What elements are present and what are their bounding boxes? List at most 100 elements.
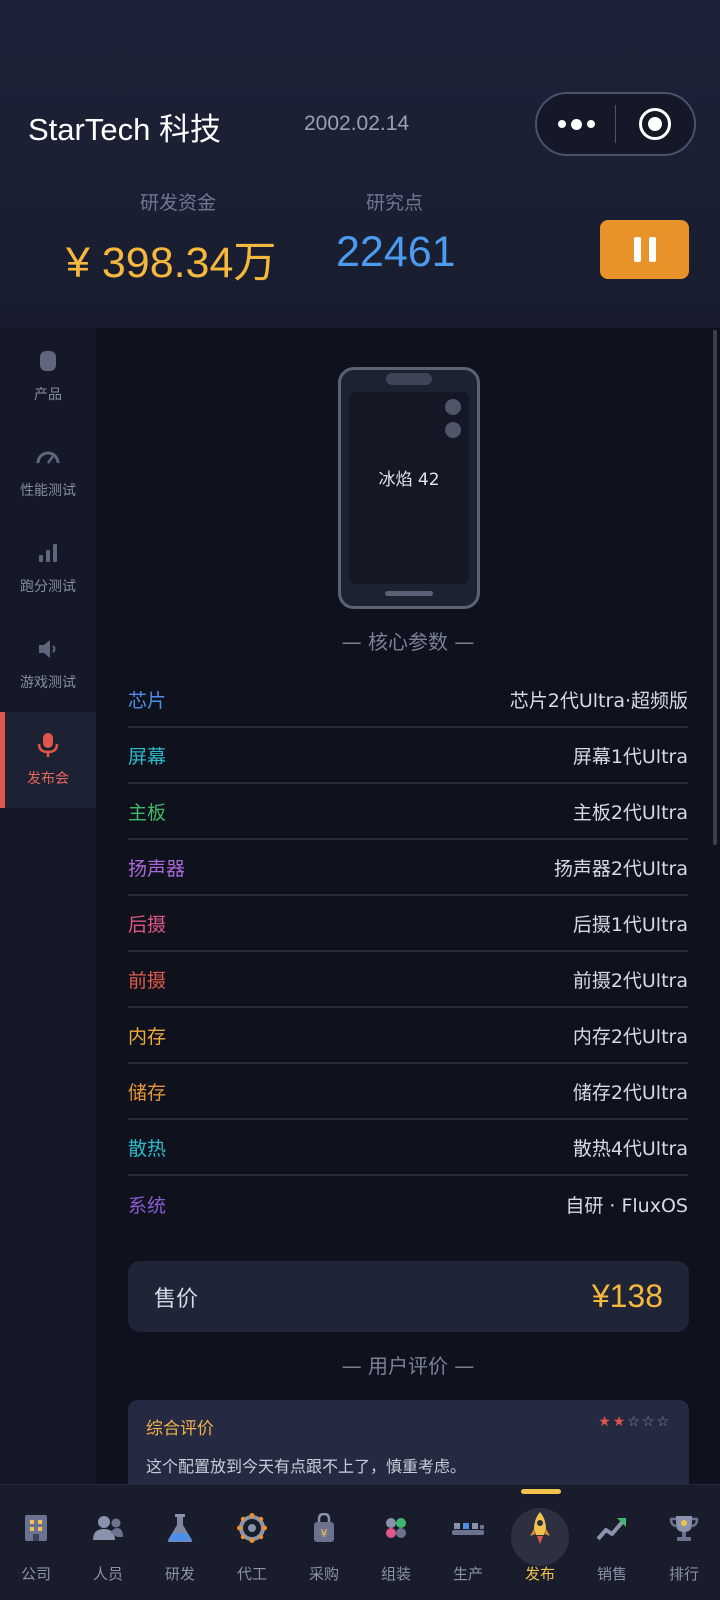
header: StarTech 科技 2002.02.14 研发资金 研究点 ¥ 398.34… [0, 0, 720, 328]
spec-value: 主板2代Ultra [572, 801, 688, 824]
tab-purchase[interactable]: ¥ 采购 [288, 1485, 360, 1600]
price-card: 售价 ¥138 [128, 1261, 689, 1332]
tab-assembly[interactable]: 组装 [360, 1485, 432, 1600]
microphone-icon [35, 732, 61, 758]
user-reviews-title: — 用户评价 — [341, 1354, 475, 1378]
trophy-icon [666, 1510, 702, 1546]
close-miniprogram-button[interactable] [616, 94, 694, 154]
spec-key: 系统 [128, 1194, 167, 1217]
tab-label: 公司 [20, 1565, 51, 1583]
tab-staff[interactable]: 人员 [72, 1485, 144, 1600]
tab-label: 组装 [380, 1565, 411, 1583]
tab-sales[interactable]: 销售 [576, 1485, 648, 1600]
gauge-icon [35, 444, 61, 470]
star-empty-icon: ☆ [656, 1414, 671, 1430]
factory-line-icon [450, 1510, 486, 1546]
camera-icon [445, 399, 461, 415]
spec-row-memory: 内存 内存2代Ultra [128, 1008, 688, 1064]
miniprogram-capsule [535, 92, 696, 156]
spec-value: 屏幕1代Ultra [572, 745, 688, 768]
sidebar-item-label: 性能测试 [20, 483, 76, 499]
spec-value: 前摄2代Ultra [572, 969, 688, 992]
spec-value: 内存2代Ultra [572, 1025, 688, 1048]
spec-key: 屏幕 [128, 745, 167, 768]
spec-key: 散热 [128, 1137, 167, 1160]
spec-row-front-camera: 前摄 前摄2代Ultra [128, 952, 688, 1008]
tab-production[interactable]: 生产 [432, 1485, 504, 1600]
people-icon [90, 1510, 126, 1546]
sidebar-item-label: 跑分测试 [20, 579, 76, 595]
rocket-icon [522, 1510, 558, 1546]
tab-label: 发布 [524, 1565, 555, 1583]
phone-icon [35, 348, 61, 374]
svg-text:¥: ¥ [321, 1527, 328, 1540]
tab-company[interactable]: 公司 [0, 1485, 72, 1600]
bar-chart-icon [35, 540, 61, 566]
spec-list: 芯片 芯片2代Ultra·超频版 屏幕 屏幕1代Ultra 主板 主板2代Ult… [128, 672, 688, 1232]
pause-button[interactable] [600, 220, 689, 279]
tab-label: 销售 [596, 1565, 627, 1583]
phone-preview: 冰焰 42 [338, 367, 480, 609]
tab-launch[interactable]: 发布 [504, 1485, 576, 1600]
sidebar-item-performance-test[interactable]: 性能测试 [0, 424, 96, 520]
spec-value: 后摄1代Ultra [572, 913, 688, 936]
review-title: 综合评价 [146, 1419, 214, 1439]
sidebar-item-product[interactable]: 产品 [0, 328, 96, 424]
spec-value: 散热4代Ultra [572, 1137, 688, 1160]
core-params-title: — 核心参数 — [341, 630, 475, 654]
sidebar-item-label: 游戏测试 [20, 675, 76, 691]
spec-row-mainboard: 主板 主板2代Ultra [128, 784, 688, 840]
tab-label: 排行 [668, 1565, 699, 1583]
phone-notch [386, 373, 432, 385]
building-icon [18, 1510, 54, 1546]
target-icon [638, 108, 671, 140]
tab-label: 代工 [236, 1565, 267, 1583]
game-date: 2002.02.14 [304, 112, 410, 135]
star-empty-icon: ☆ [641, 1414, 657, 1430]
spec-row-storage: 储存 储存2代Ultra [128, 1064, 688, 1120]
price-label: 售价 [154, 1286, 199, 1312]
spec-key: 芯片 [128, 689, 167, 712]
sidebar-item-label: 产品 [34, 387, 62, 403]
more-menu-button[interactable] [537, 94, 615, 154]
pause-icon [633, 237, 641, 262]
research-points-value: 22461 [336, 228, 456, 276]
tab-oem[interactable]: 代工 [216, 1485, 288, 1600]
research-points-label: 研究点 [366, 192, 424, 214]
phone-home-bar [385, 591, 433, 596]
spec-row-screen: 屏幕 屏幕1代Ultra [128, 728, 688, 784]
tab-ranking[interactable]: 排行 [648, 1485, 720, 1600]
review-text: 这个配置放到今天有点跟不上了，慎重考虑。 [146, 1457, 467, 1476]
product-name: 冰焰 42 [378, 470, 440, 490]
sidebar-item-game-test[interactable]: 游戏测试 [0, 616, 96, 712]
sidebar-item-label: 发布会 [27, 771, 69, 787]
spec-row-rear-camera: 后摄 后摄1代Ultra [128, 896, 688, 952]
camera-icon [445, 422, 461, 438]
spec-key: 储存 [128, 1081, 167, 1104]
star-filled-icon: ★ [598, 1414, 613, 1430]
sidebar-item-launch-event[interactable]: 发布会 [0, 712, 96, 808]
spec-value: 自研 · FluxOS [565, 1194, 688, 1217]
scrollbar[interactable] [713, 330, 717, 845]
price-value: ¥138 [591, 1278, 663, 1314]
tab-research[interactable]: 研发 [144, 1485, 216, 1600]
shopping-bag-icon: ¥ [306, 1510, 342, 1546]
spec-key: 扬声器 [128, 857, 186, 880]
bottom-tab-bar: 公司 人员 研发 代工 ¥ 采购 组装 生产 发布 销售 排行 [0, 1484, 720, 1600]
sidebar: 产品 性能测试 跑分测试 游戏测试 发布会 [0, 328, 96, 1484]
sidebar-item-benchmark-test[interactable]: 跑分测试 [0, 520, 96, 616]
rating-stars: ★★☆☆☆ [598, 1414, 671, 1430]
flask-icon [162, 1510, 198, 1546]
funds-label: 研发资金 [140, 192, 217, 214]
funds-value: ¥ 398.34万 [66, 239, 277, 287]
active-tab-indicator [521, 1489, 561, 1494]
spec-row-speaker: 扬声器 扬声器2代Ultra [128, 840, 688, 896]
spec-key: 主板 [128, 801, 167, 824]
star-empty-icon: ☆ [627, 1414, 642, 1430]
gear-icon [234, 1510, 270, 1546]
spec-row-cooling: 散热 散热4代Ultra [128, 1120, 688, 1176]
trend-up-icon [594, 1510, 630, 1546]
components-icon [378, 1510, 414, 1546]
company-name: StarTech 科技 [28, 112, 221, 147]
spec-key: 前摄 [128, 969, 167, 992]
